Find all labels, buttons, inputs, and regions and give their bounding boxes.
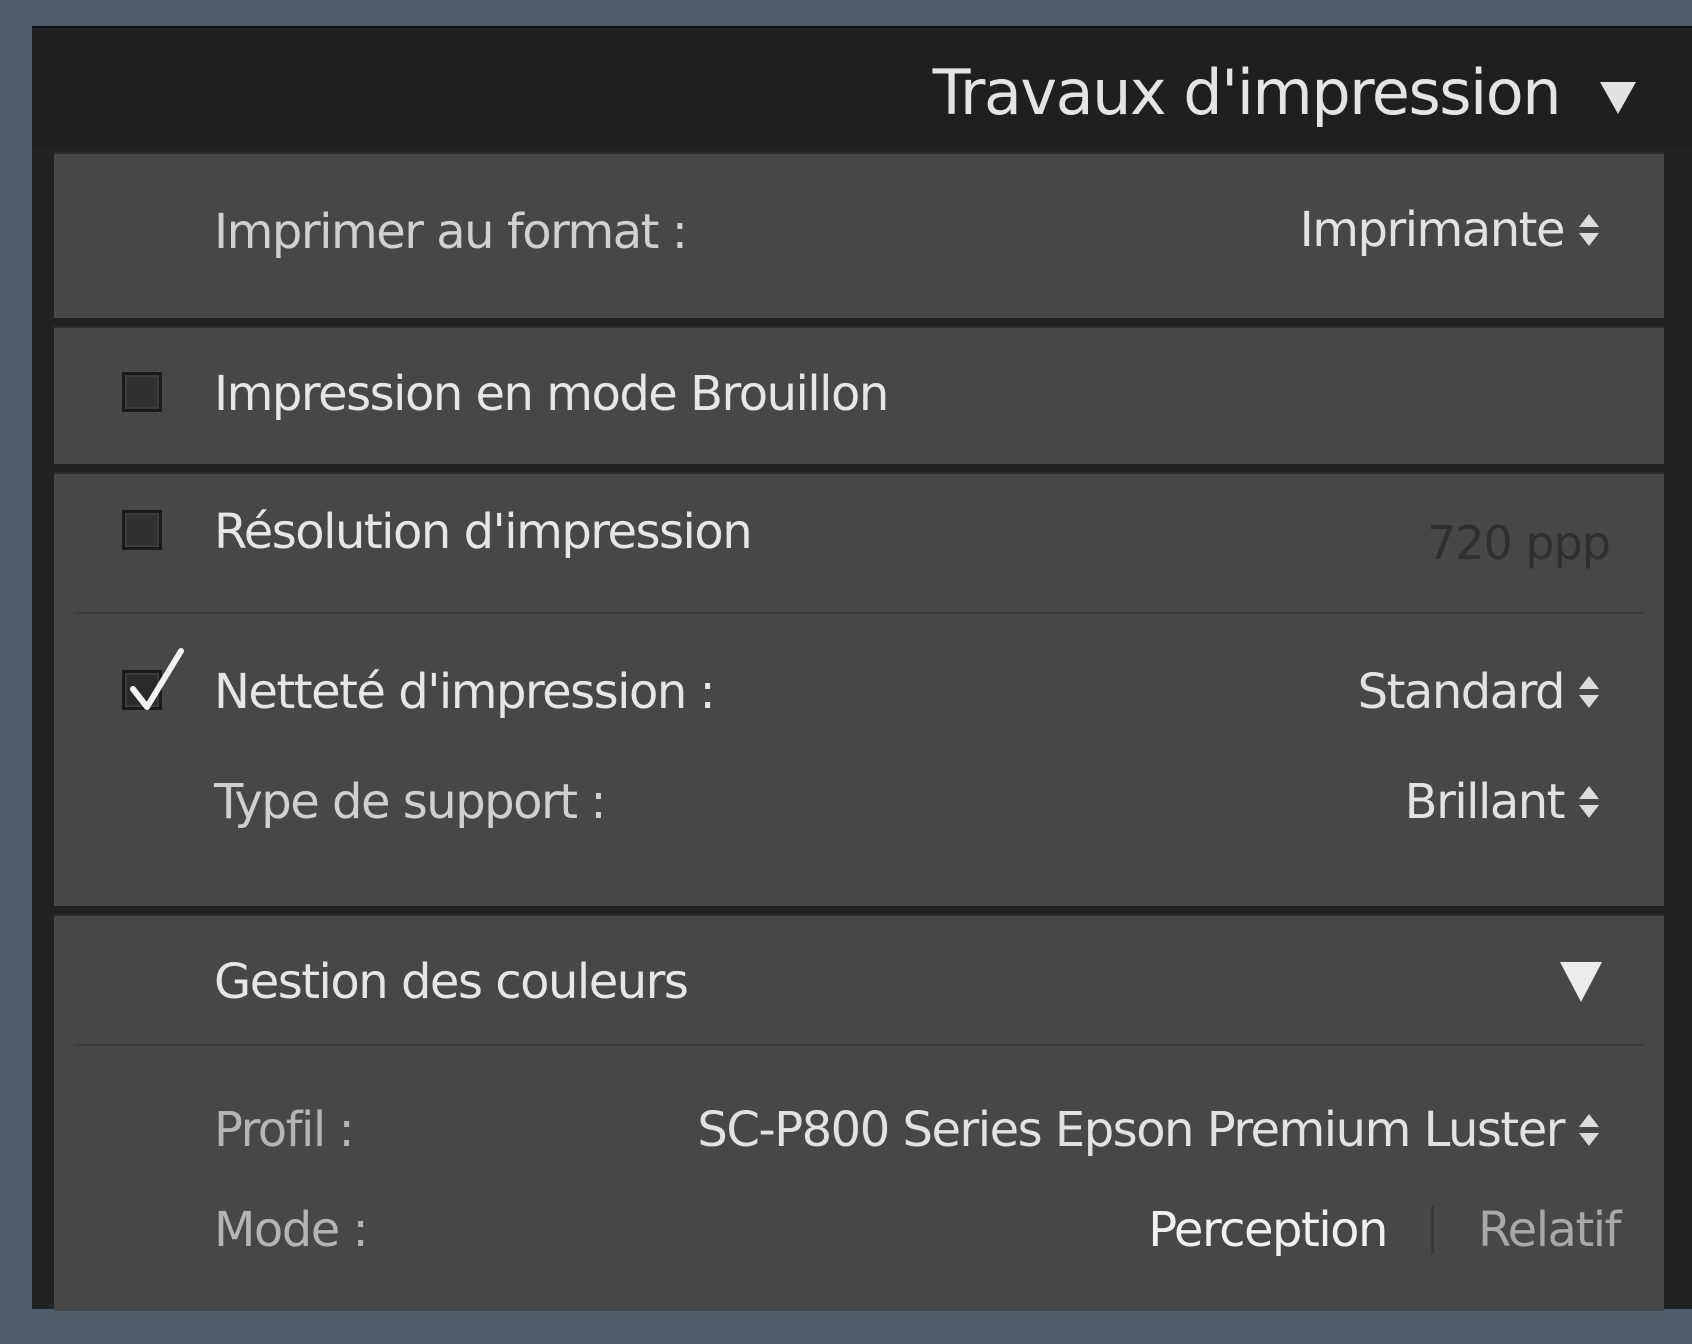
color-management-title: Gestion des couleurs xyxy=(214,954,689,1010)
up-down-chevron-icon xyxy=(1579,214,1599,246)
color-profile-label: Profil : xyxy=(214,1102,355,1158)
print-resolution-row: Résolution d'impression 720 ppp xyxy=(54,474,1664,614)
rendering-mode-options: Perception Relatif xyxy=(1148,1206,1622,1254)
print-resolution-value: 720 ppp xyxy=(1426,516,1611,570)
print-sharpening-checkbox[interactable] xyxy=(122,648,184,710)
print-format-section: Imprimer au format : Imprimante xyxy=(54,152,1664,318)
print-resolution-label: Résolution d'impression xyxy=(214,504,753,560)
media-type-label: Type de support : xyxy=(214,774,606,830)
up-down-chevron-icon xyxy=(1579,676,1599,708)
print-sharpening-select[interactable]: Standard xyxy=(1358,668,1602,716)
checkmark-icon xyxy=(130,648,184,710)
color-profile-select[interactable]: SC-P800 Series Epson Premium Luster xyxy=(697,1106,1602,1154)
draft-mode-checkbox[interactable] xyxy=(122,372,162,412)
rendering-mode-row: Mode : Perception Relatif xyxy=(54,1176,1664,1306)
triangle-down-icon[interactable] xyxy=(1556,956,1606,1006)
print-format-value: Imprimante xyxy=(1299,202,1566,258)
mode-option-perception[interactable]: Perception xyxy=(1148,1206,1388,1254)
print-format-select[interactable]: Imprimante xyxy=(1300,206,1602,254)
print-format-label: Imprimer au format : xyxy=(214,204,688,260)
media-type-value: Brillant xyxy=(1404,774,1566,830)
media-type-row: Type de support : Brillant xyxy=(54,734,1664,854)
up-down-chevron-icon xyxy=(1579,1114,1599,1146)
panel-title: Travaux d'impression xyxy=(932,56,1562,129)
color-profile-value: SC-P800 Series Epson Premium Luster xyxy=(697,1102,1565,1158)
print-job-panel: Travaux d'impression Imprimer au format … xyxy=(32,26,1692,1311)
color-management-header[interactable]: Gestion des couleurs xyxy=(54,916,1664,1046)
color-management-section: Gestion des couleurs Profil : SC-P800 Se… xyxy=(54,914,1664,1311)
print-sharpening-value: Standard xyxy=(1357,664,1566,720)
up-down-chevron-icon xyxy=(1579,786,1599,818)
print-resolution-checkbox[interactable] xyxy=(122,510,162,550)
color-profile-row: Profil : SC-P800 Series Epson Premium Lu… xyxy=(54,1046,1664,1176)
print-quality-section: Résolution d'impression 720 ppp Netteté … xyxy=(54,472,1664,906)
triangle-down-icon[interactable] xyxy=(1596,74,1640,118)
mode-separator xyxy=(1430,1206,1434,1254)
rendering-mode-label: Mode : xyxy=(214,1202,369,1258)
print-sharpening-label: Netteté d'impression : xyxy=(214,664,716,720)
draft-mode-section: Impression en mode Brouillon xyxy=(54,326,1664,464)
draft-mode-label: Impression en mode Brouillon xyxy=(214,366,889,422)
print-sharpening-row: Netteté d'impression : Standard xyxy=(54,614,1664,734)
media-type-select[interactable]: Brillant xyxy=(1405,778,1602,826)
mode-option-relatif[interactable]: Relatif xyxy=(1478,1206,1622,1254)
panel-header[interactable]: Travaux d'impression xyxy=(32,28,1692,150)
